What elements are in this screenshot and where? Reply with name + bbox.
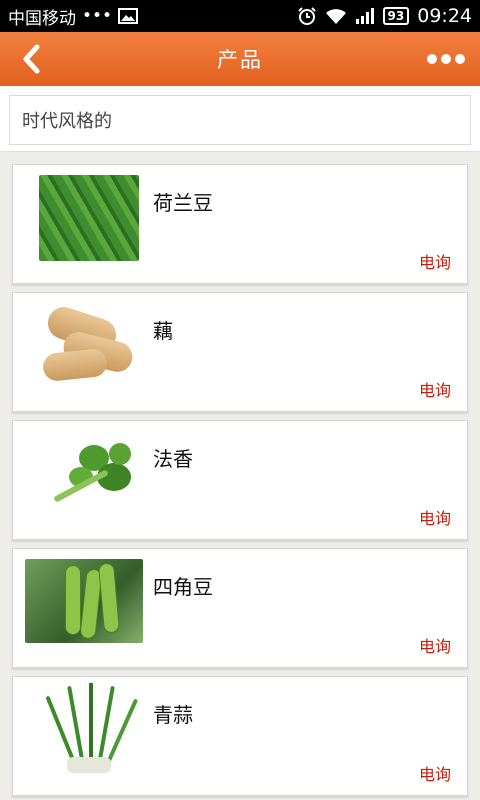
product-name: 荷兰豆 <box>153 191 213 215</box>
product-name: 藕 <box>153 319 173 343</box>
product-card[interactable]: 荷兰豆 电询 <box>12 164 468 284</box>
winged-bean-image <box>25 559 143 643</box>
notification-dots: ••• <box>82 6 113 26</box>
product-card[interactable]: 四角豆 电询 <box>12 548 468 668</box>
status-bar: 中国移动 ••• 93 09:24 <box>0 0 480 32</box>
lotus-root-image <box>39 303 139 389</box>
snow-peas-image <box>39 175 139 261</box>
image-notification-icon <box>118 8 139 24</box>
more-dot-icon <box>427 54 437 64</box>
more-dot-icon <box>455 54 465 64</box>
search-area: 时代风格的 <box>0 86 480 152</box>
product-list: 荷兰豆 电询 藕 电询 法香 电询 四角豆 电询 青蒜 电询 <box>0 152 480 800</box>
product-name: 法香 <box>153 447 193 471</box>
product-card[interactable]: 青蒜 电询 <box>12 676 468 796</box>
status-left: 中国移动 ••• <box>8 4 139 29</box>
phone-inquiry-link[interactable]: 电询 <box>419 249 451 273</box>
battery-icon: 93 <box>382 7 410 25</box>
page-title: 产品 <box>217 48 263 72</box>
search-input[interactable]: 时代风格的 <box>9 95 471 145</box>
product-card[interactable]: 法香 电询 <box>12 420 468 540</box>
product-name: 青蒜 <box>153 703 193 727</box>
wifi-icon <box>325 7 347 25</box>
phone-inquiry-link[interactable]: 电询 <box>419 761 451 785</box>
phone-inquiry-link[interactable]: 电询 <box>419 377 451 401</box>
phone-inquiry-link[interactable]: 电询 <box>419 633 451 657</box>
parsley-image <box>39 431 139 517</box>
signal-icon <box>355 7 375 25</box>
status-right: 93 09:24 <box>297 5 472 27</box>
clock: 09:24 <box>417 5 472 27</box>
green-garlic-image <box>39 683 139 777</box>
chevron-left-icon <box>23 44 40 74</box>
more-dot-icon <box>441 54 451 64</box>
product-name: 四角豆 <box>153 575 213 599</box>
phone-inquiry-link[interactable]: 电询 <box>419 505 451 529</box>
carrier-label: 中国移动 <box>8 8 76 29</box>
product-card[interactable]: 藕 电询 <box>12 292 468 412</box>
more-options-button[interactable] <box>424 41 468 77</box>
app-header: 产品 <box>0 32 480 86</box>
alarm-icon <box>297 6 317 26</box>
back-button[interactable] <box>14 41 50 77</box>
